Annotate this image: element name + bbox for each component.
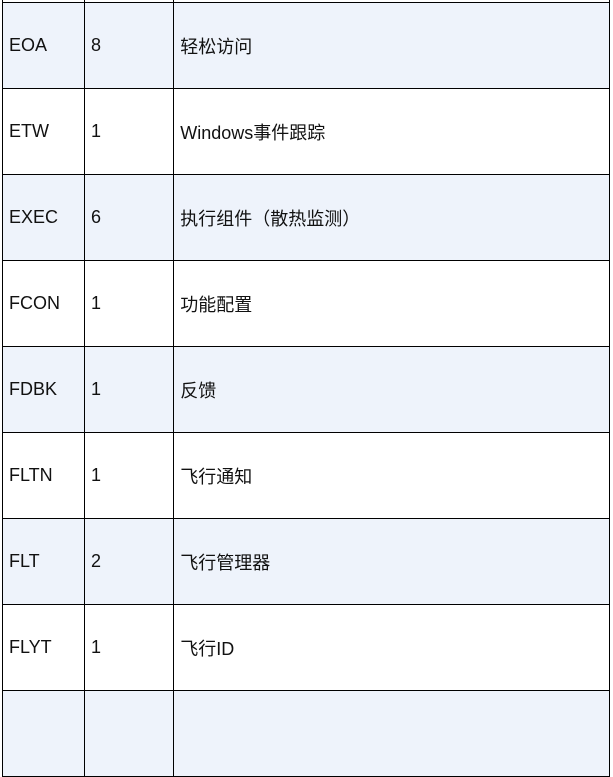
table-row: FCON 1 功能配置 [1,260,610,347]
code-cell: ETW [1,88,86,175]
count-cell: 1 [84,604,175,691]
page: { "rows": [ {"code": "", "count": "", "d… [0,0,613,777]
description-cell: 飞行通知 [173,432,610,519]
table-row: FDBK 1 反馈 [1,346,610,433]
component-table: EOA 8 轻松访问 ETW 1 Windows事件跟踪 EXEC 6 执行组件… [1,0,610,777]
table-row [1,690,610,777]
description-cell: Windows事件跟踪 [173,88,610,175]
count-cell: 1 [84,432,175,519]
code-cell [1,690,86,777]
count-cell: 1 [84,260,175,347]
count-cell: 1 [84,88,175,175]
count-cell: 8 [84,2,175,89]
table-row: FLT 2 飞行管理器 [1,518,610,605]
code-cell: FLTN [1,432,86,519]
code-cell: FDBK [1,346,86,433]
count-cell: 1 [84,346,175,433]
code-cell: EXEC [1,174,86,261]
description-cell: 飞行ID [173,604,610,691]
table-row: EOA 8 轻松访问 [1,2,610,89]
description-cell: 飞行管理器 [173,518,610,605]
count-cell [84,690,175,777]
table-row: FLYT 1 飞行ID [1,604,610,691]
code-cell: FLT [1,518,86,605]
table-row: EXEC 6 执行组件（散热监测） [1,174,610,261]
description-cell [173,690,610,777]
table-row: FLTN 1 飞行通知 [1,432,610,519]
description-cell: 反馈 [173,346,610,433]
code-cell: FLYT [1,604,86,691]
code-cell: EOA [1,2,86,89]
count-cell: 2 [84,518,175,605]
count-cell: 6 [84,174,175,261]
description-cell: 执行组件（散热监测） [173,174,610,261]
description-cell: 功能配置 [173,260,610,347]
description-cell: 轻松访问 [173,2,610,89]
table-row: ETW 1 Windows事件跟踪 [1,88,610,175]
code-cell: FCON [1,260,86,347]
